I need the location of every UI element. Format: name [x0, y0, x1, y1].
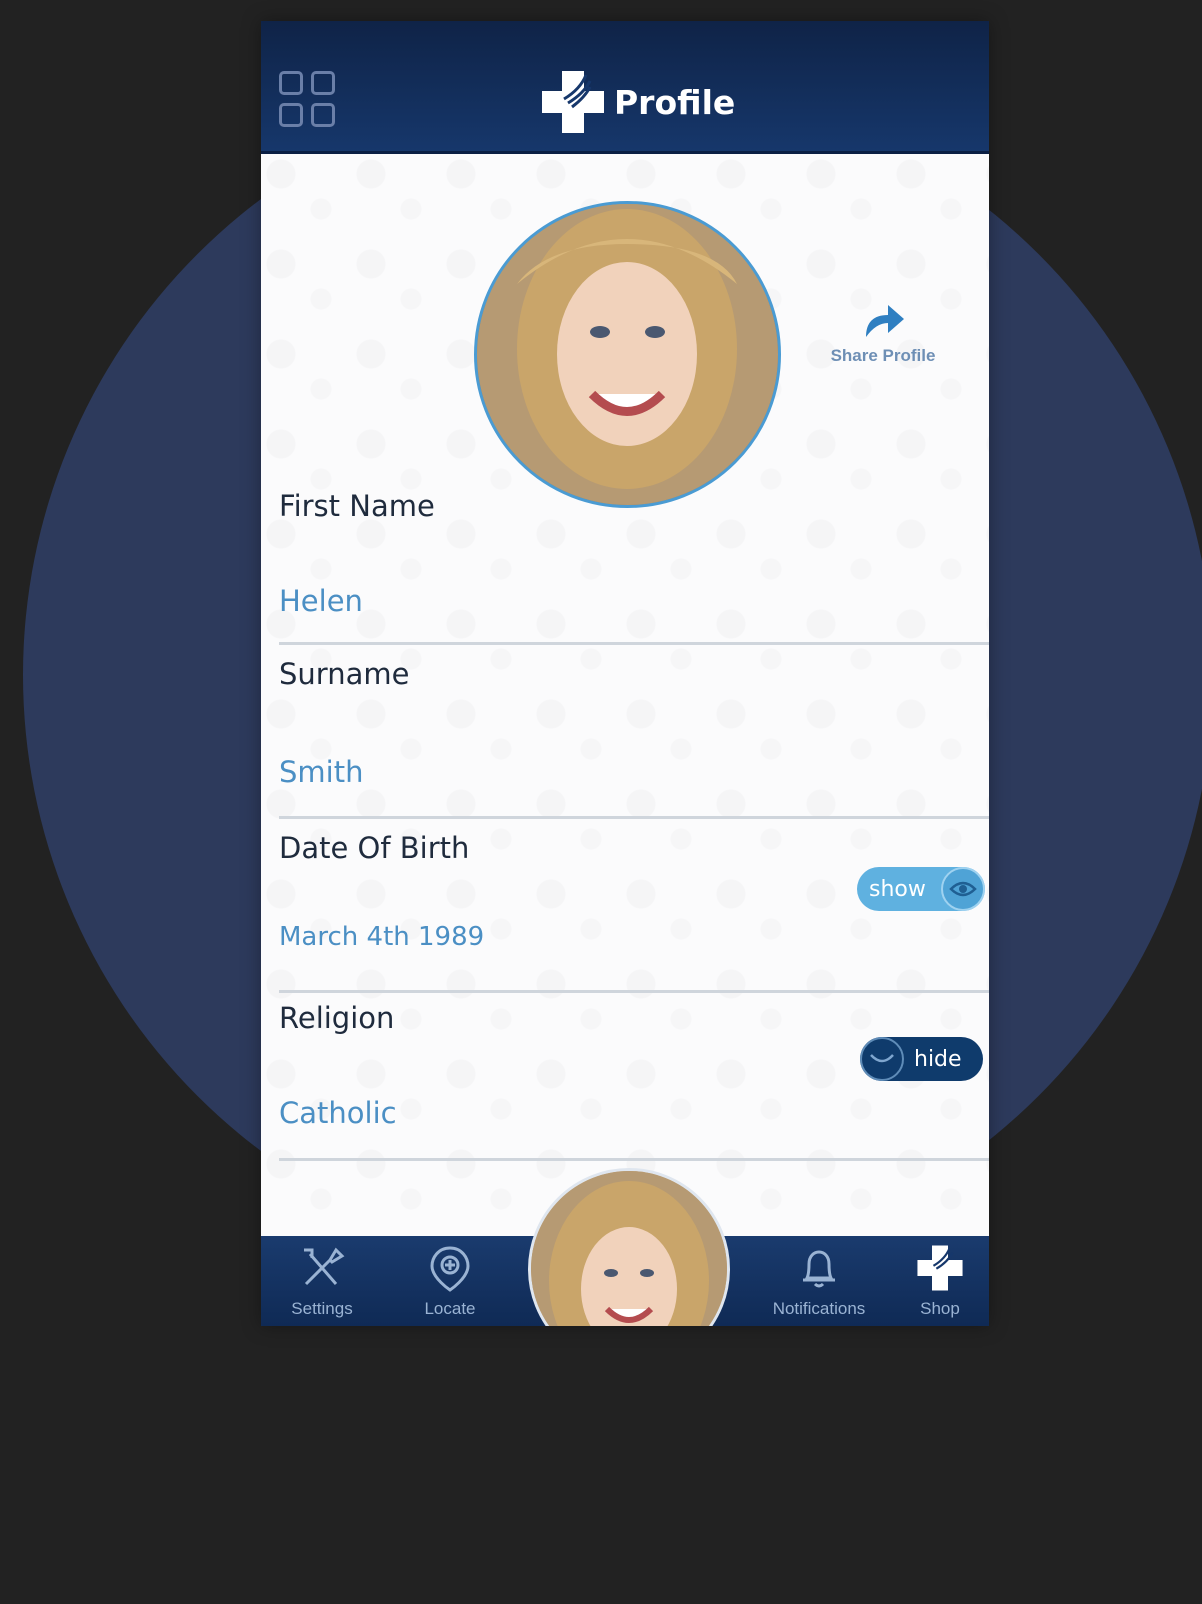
- share-arrow-icon: [866, 305, 904, 337]
- eye-closed-icon: [860, 1037, 904, 1081]
- tools-icon: [304, 1247, 345, 1286]
- profile-photo[interactable]: [474, 201, 781, 508]
- dob-toggle-label: show: [869, 876, 926, 902]
- nav-locate-label: Locate: [424, 1299, 476, 1318]
- religion-visibility-toggle[interactable]: hide: [860, 1037, 983, 1081]
- nav-notifications[interactable]: Notifications: [753, 1244, 885, 1319]
- nav-settings[interactable]: Settings: [283, 1244, 361, 1319]
- nav-shop[interactable]: Shop: [909, 1244, 971, 1319]
- first-name-underline: [279, 642, 989, 645]
- nav-notifications-label: Notifications: [772, 1299, 866, 1318]
- religion-label: Religion: [279, 1001, 395, 1035]
- grid-icon[interactable]: [279, 71, 343, 135]
- surname-field[interactable]: Smith: [279, 755, 363, 789]
- date-of-birth-underline: [279, 990, 989, 993]
- profile-photo-face-icon: [477, 204, 778, 505]
- nav-shop-label: Shop: [920, 1299, 960, 1318]
- religion-field[interactable]: Catholic: [279, 1096, 397, 1130]
- date-of-birth-field[interactable]: March 4th 1989: [279, 922, 484, 952]
- page-title: Profile: [614, 82, 736, 122]
- location-pin-icon: [430, 1246, 470, 1292]
- surname-underline: [279, 816, 989, 819]
- share-profile-label: Share Profile: [830, 346, 936, 365]
- header-title-group: Profile: [540, 69, 735, 135]
- date-of-birth-label: Date Of Birth: [279, 831, 470, 865]
- medical-cross-logo-icon: [542, 71, 604, 133]
- religion-underline: [279, 1158, 989, 1161]
- phone-screen: Profile Share Profile First Name Helen S…: [261, 21, 989, 1326]
- bell-icon: [803, 1250, 835, 1288]
- religion-toggle-label: hide: [914, 1046, 962, 1072]
- medical-cross-icon: [917, 1245, 963, 1291]
- top-bar: Profile: [261, 21, 989, 154]
- eye-icon: [941, 867, 985, 911]
- first-name-field[interactable]: Helen: [279, 584, 363, 618]
- nav-locate[interactable]: Locate: [411, 1244, 489, 1319]
- nav-settings-label: Settings: [291, 1299, 353, 1318]
- surname-label: Surname: [279, 657, 410, 691]
- dob-visibility-toggle[interactable]: show: [857, 867, 985, 911]
- avatar-face-icon: [531, 1171, 727, 1326]
- first-name-label: First Name: [279, 489, 435, 523]
- share-profile-button[interactable]: Share Profile: [816, 301, 950, 366]
